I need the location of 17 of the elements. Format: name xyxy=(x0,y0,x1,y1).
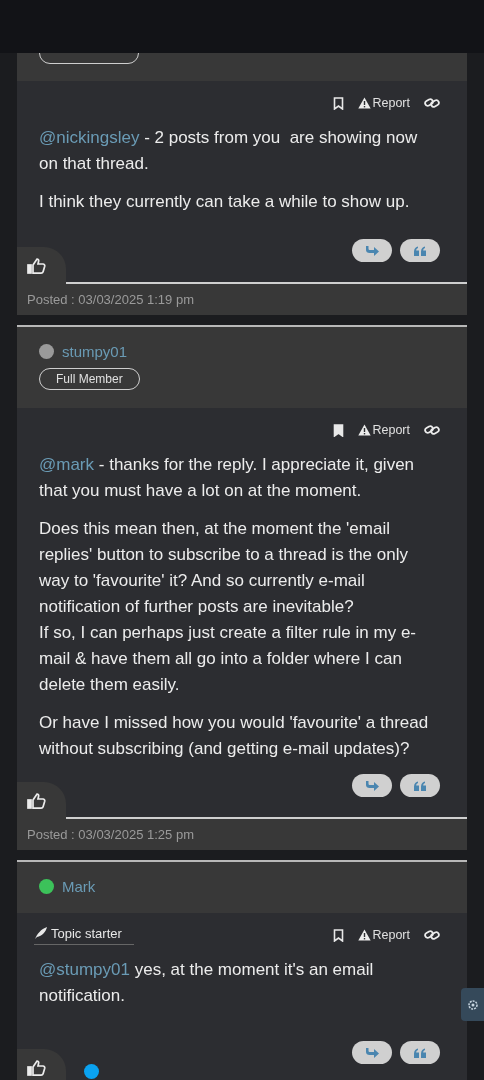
post-paragraph: @stumpy01 yes, at the moment it's an email notification. xyxy=(39,959,375,1007)
username-link[interactable]: Mark xyxy=(62,878,96,895)
post-paragraph: Or have I missed how you would 'favourite' a thread without subscribing (and getting e-mail updates)? xyxy=(39,712,430,760)
topic-starter-text: Topic starter xyxy=(51,925,122,941)
report-button[interactable]: Report xyxy=(358,96,410,110)
posted-date: Posted : 03/03/2025 1:25 pm xyxy=(27,827,194,842)
post-paragraph: @nickingsley - 2 posts from you are showing now on that thread. xyxy=(39,127,419,175)
post-paragraph: I think they currently can take a while to show up. xyxy=(39,191,411,213)
post-paragraph: Does this mean then, at the moment the 'email replies' button to subscribe to a thread is the only way to 'favourite' it? And so currently e-mail notification of further posts are inevitable? If so, I can perhaps just create a filter rule in my e-mail & have them all go into a folder where I can delete them easily. xyxy=(39,518,417,696)
mention-link[interactable]: @nickingsley xyxy=(39,128,140,147)
report-button[interactable]: Report xyxy=(358,423,410,437)
report-button[interactable]: Report xyxy=(358,928,410,942)
post-paragraph: @mark - thanks for the reply. I appreciate it, given that you must have a lot on at the moment. xyxy=(39,454,416,502)
posted-date: Posted : 03/03/2025 1:19 pm xyxy=(27,292,194,307)
mention-link[interactable]: @stumpy01 xyxy=(39,960,130,979)
username-link[interactable]: stumpy01 xyxy=(62,343,128,360)
mention-link[interactable]: @mark xyxy=(39,455,95,474)
